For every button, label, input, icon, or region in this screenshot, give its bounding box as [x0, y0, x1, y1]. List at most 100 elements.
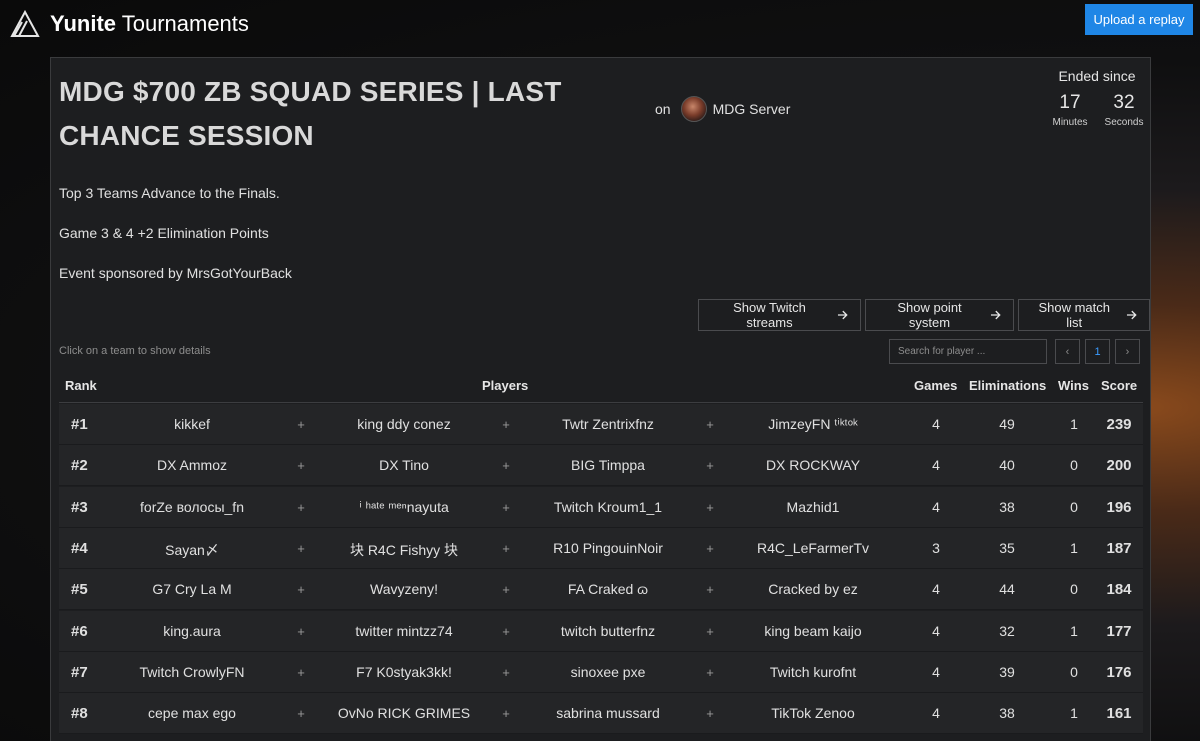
plus-separator: +: [502, 417, 510, 432]
show-point-system-button[interactable]: Show point system: [864, 299, 1015, 331]
plus-separator: +: [297, 458, 305, 474]
team-score: 196: [1106, 498, 1132, 516]
show-point-system-label: Show point system: [897, 300, 962, 330]
ended-since-label: Ended since: [1058, 68, 1136, 84]
team-rank: #5: [71, 581, 88, 599]
team-rank: #3: [71, 498, 88, 516]
team-wins: 1: [1070, 416, 1078, 432]
team-wins: 0: [1070, 457, 1078, 474]
plus-separator: +: [706, 499, 714, 515]
col-players: Players: [482, 378, 529, 393]
team-row[interactable]: #3 forZe волосы_fn + ⁱ ʰᵃᵗᵉ ᵐᵉⁿnayuta + Twitc…: [59, 486, 1143, 528]
show-twitch-streams-label: Show Twitch streams: [733, 300, 806, 330]
player-name: sinoxee pxe: [570, 663, 646, 680]
plus-separator: +: [502, 706, 510, 722]
next-page-button[interactable]: ›: [1115, 339, 1140, 364]
player-search-input[interactable]: [889, 339, 1047, 364]
team-score: 184: [1106, 581, 1132, 599]
team-score: 239: [1106, 416, 1132, 433]
team-eliminations: 35: [999, 539, 1015, 556]
team-score: 200: [1106, 457, 1132, 475]
team-rank: #2: [71, 457, 88, 475]
plus-separator: +: [502, 540, 510, 556]
brand-name: Yunite Tournaments: [50, 11, 249, 36]
top-navbar: Yunite Tournaments Upload a replay: [0, 0, 1200, 48]
server-avatar: [680, 96, 707, 122]
player-name: twitter mintzz74: [355, 622, 453, 639]
col-wins: Wins: [1058, 378, 1089, 393]
timer-minutes: 17 Minutes: [1047, 92, 1093, 128]
player-name: king.aura: [163, 622, 221, 639]
team-wins: 0: [1070, 581, 1078, 598]
player-name: DX Tino: [379, 457, 429, 474]
plus-separator: +: [297, 623, 305, 639]
player-name: kikkef: [174, 416, 210, 432]
pagination: ‹ 1 ›: [1055, 339, 1140, 364]
upload-replay-button[interactable]: Upload a replay: [1085, 4, 1193, 35]
player-name: DX Ammoz: [156, 457, 228, 474]
player-name: twitch butterfnz: [560, 622, 656, 639]
plus-separator: +: [706, 706, 714, 722]
description-line: Game 3 & 4 +2 Elimination Points: [59, 225, 269, 241]
player-name: G7 Cry La M: [152, 581, 232, 598]
page-1-button[interactable]: 1: [1085, 339, 1110, 364]
server-info[interactable]: on MDG Server: [655, 96, 790, 122]
player-name: sabrina mussard: [556, 705, 660, 722]
team-rank: #8: [71, 705, 88, 723]
server-on-label: on: [655, 101, 671, 117]
team-row[interactable]: #5 G7 Cry La M + Wavyzeny! + FA Craked ɷ + Crac…: [59, 569, 1143, 611]
plus-separator: +: [706, 540, 714, 556]
team-row[interactable]: #7 Twitch CrowlyFN + F7 K0styak3kk! + sinoxee…: [59, 651, 1143, 693]
plus-separator: +: [297, 582, 305, 598]
show-match-list-button[interactable]: Show match list: [1018, 299, 1150, 331]
team-wins: 1: [1070, 539, 1078, 556]
plus-separator: +: [297, 417, 305, 432]
team-games: 4: [932, 581, 940, 598]
team-games: 4: [932, 705, 940, 722]
player-name: Mazhid1: [786, 498, 840, 515]
table-header: Rank Players Games Eliminations Wins Sco…: [59, 368, 1143, 403]
team-rank: #1: [71, 416, 88, 433]
team-wins: 1: [1070, 705, 1078, 722]
player-name: cepe max ego: [148, 705, 236, 722]
team-row[interactable]: #6 king.aura + twitter mintzz74 + twitch butt…: [59, 610, 1143, 652]
show-twitch-streams-button[interactable]: Show Twitch streams: [698, 299, 861, 331]
plus-separator: +: [297, 540, 305, 556]
team-eliminations: 49: [999, 416, 1015, 432]
player-name: R10 PingouinNoir: [553, 539, 663, 556]
plus-separator: +: [706, 458, 714, 474]
plus-separator: +: [297, 706, 305, 722]
team-games: 4: [932, 622, 940, 639]
player-name: R4C_LeFarmerTv: [756, 539, 870, 556]
player-name: Twitch Kroum1_1: [553, 498, 663, 515]
description-line: Event sponsored by MrsGotYourBack: [59, 265, 292, 281]
player-name: OvNo RICK GRIMES: [337, 705, 471, 722]
plus-separator: +: [297, 499, 305, 515]
action-buttons: Show Twitch streams Show point system Sh…: [698, 299, 1150, 331]
player-name: JimzeyFN ᵗⁱᵏᵗᵒᵏ: [768, 416, 858, 432]
brand[interactable]: Yunite Tournaments: [10, 8, 249, 40]
player-name: TikTok Zenoo: [771, 705, 855, 722]
plus-separator: +: [706, 582, 714, 598]
team-eliminations: 38: [999, 498, 1015, 515]
team-games: 4: [932, 416, 940, 432]
team-games: 4: [932, 457, 940, 474]
plus-separator: +: [706, 664, 714, 680]
player-name: BIG Timppa: [571, 457, 645, 474]
team-row[interactable]: #1 kikkef + king ddy conez + Twtr Zentrixfnz +…: [59, 404, 1143, 445]
team-games: 3: [932, 539, 940, 556]
plus-separator: +: [502, 664, 510, 680]
yunite-logo-icon: [10, 9, 40, 37]
team-row[interactable]: #2 DX Ammoz + DX Tino + BIG Timppa + DX ROCKWAY…: [59, 445, 1143, 487]
team-row[interactable]: #8 cepe max ego + OvNo RICK GRIMES + sabrina …: [59, 693, 1143, 735]
team-score: 177: [1106, 622, 1132, 640]
player-name: ⁱ ʰᵃᵗᵉ ᵐᵉⁿnayuta: [359, 498, 449, 515]
team-row[interactable]: #4 Sayan〆 + 块 R4C Fishyy 块 + R10 PingouinNoir…: [59, 527, 1143, 569]
player-name: king beam kaijo: [764, 622, 862, 639]
team-games: 4: [932, 498, 940, 515]
plus-separator: +: [502, 458, 510, 474]
arrow-right-icon: [991, 310, 1002, 320]
col-games: Games: [914, 378, 958, 393]
description-line: Top 3 Teams Advance to the Finals.: [59, 185, 280, 201]
prev-page-button[interactable]: ‹: [1055, 339, 1080, 364]
